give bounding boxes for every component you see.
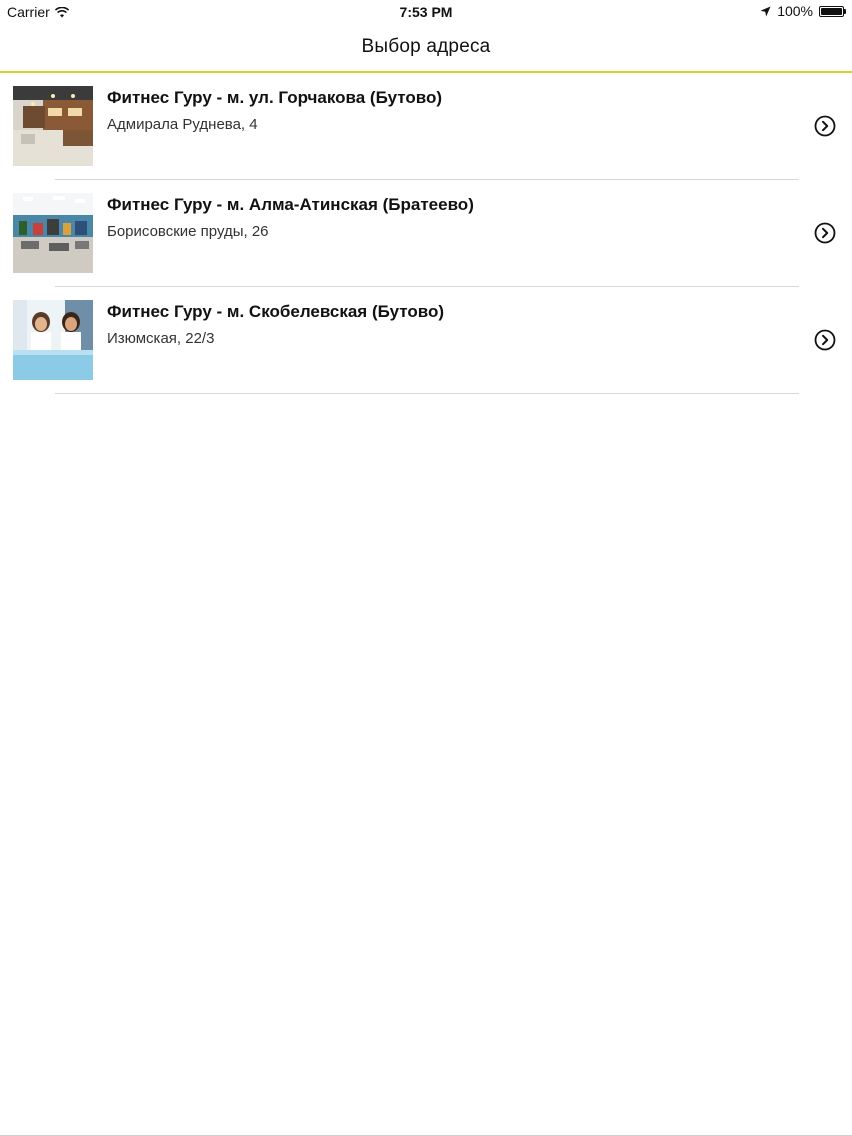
gym-address: Адмирала Руднева, 4 — [107, 116, 258, 133]
gym-title: Фитнес Гуру - м. ул. Горчакова (Бутово) — [107, 88, 443, 107]
chevron-right-circle-icon[interactable] — [814, 115, 836, 137]
battery-percent: 100% — [777, 3, 813, 19]
list-item-alma-atinskaya[interactable]: Фитнес Гуру - м. Алма-Атинская (Братеево… — [0, 180, 852, 287]
list-item-skobelevskaya[interactable]: Фитнес Гуру - м. Скобелевская (Бутово) И… — [0, 287, 852, 394]
page-title: Выбор адреса — [361, 36, 491, 57]
location-arrow-icon — [760, 6, 771, 16]
gym-address: Борисовские пруды, 26 — [107, 223, 269, 240]
chevron-right-circle-icon[interactable] — [814, 222, 836, 244]
row-divider — [55, 393, 799, 394]
battery-icon — [819, 5, 846, 17]
status-right-group: 100% — [760, 3, 846, 19]
gym-address: Изюмская, 22/3 — [107, 330, 215, 347]
gym-title: Фитнес Гуру - м. Алма-Атинская (Братеево… — [107, 195, 474, 214]
reception-staff-photo — [13, 300, 93, 380]
gym-interior-photo — [13, 86, 93, 166]
list-item-gorchakova[interactable]: Фитнес Гуру - м. ул. Горчакова (Бутово) … — [0, 73, 852, 180]
screen: Carrier 7:53 PM 100% Выбор адреса Фитнес… — [0, 0, 852, 1136]
status-time: 7:53 PM — [399, 4, 453, 20]
gym-title: Фитнес Гуру - м. Скобелевская (Бутово) — [107, 302, 445, 321]
chevron-right-circle-icon[interactable] — [814, 329, 836, 351]
address-list: Фитнес Гуру - м. ул. Горчакова (Бутово) … — [0, 73, 852, 394]
status-bar: Carrier 7:53 PM 100% — [0, 0, 852, 24]
navigation-bar: Выбор адреса — [0, 24, 852, 73]
gym-hall-photo — [13, 193, 93, 273]
